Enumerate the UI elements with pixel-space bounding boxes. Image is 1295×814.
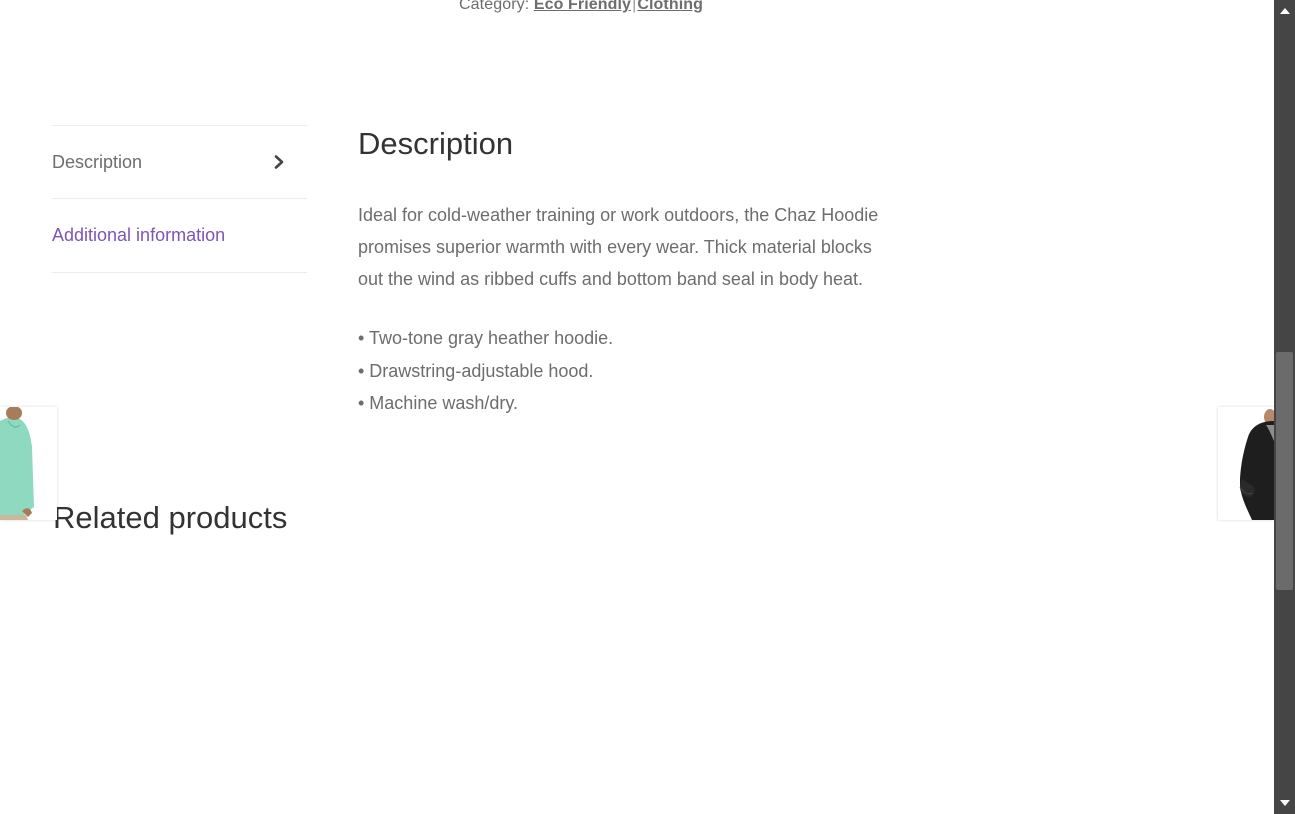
description-line: Ideal for cold-weather training or work … — [358, 205, 879, 225]
tab-additional-information[interactable]: Additional information — [52, 199, 307, 273]
description-line: promises superior warmth with every wear… — [358, 237, 872, 257]
related-products-heading: Related products — [53, 500, 288, 535]
category-label: Category: — [459, 0, 530, 13]
category-link-eco-friendly[interactable]: Eco Friendly — [534, 0, 631, 13]
category-link-clothing[interactable]: Clothing — [637, 0, 703, 13]
page-viewport: Category: Eco Friendly|Clothing Descript… — [0, 0, 1274, 814]
next-product-thumbnail[interactable] — [1218, 407, 1274, 520]
scrollbar-thumb[interactable] — [1276, 352, 1293, 590]
scroll-up-arrow-icon[interactable] — [1274, 2, 1295, 20]
feature-item: • Two-tone gray heather hoodie. — [358, 328, 614, 348]
previous-product-thumbnail[interactable] — [0, 407, 57, 520]
category-separator: | — [632, 0, 637, 13]
tab-additional-information-label: Additional information — [52, 225, 226, 245]
page-scrollbar[interactable] — [1274, 0, 1295, 814]
description-paragraph: Ideal for cold-weather training or work … — [358, 199, 918, 295]
product-tabs: Description Additional information — [52, 125, 307, 273]
tab-description[interactable]: Description — [52, 126, 307, 199]
black-hoodie-image — [1218, 407, 1274, 520]
description-heading: Description — [358, 126, 514, 161]
description-line: out the wind as ribbed cuffs and bottom … — [358, 269, 864, 289]
product-category: Category: Eco Friendly|Clothing — [459, 0, 703, 14]
tab-description-label: Description — [52, 151, 143, 172]
mint-sweatshirt-image — [0, 407, 57, 520]
chevron-right-icon — [274, 155, 284, 169]
feature-item: • Drawstring-adjustable hood. — [358, 360, 594, 381]
feature-list: • Two-tone gray heather hoodie. • Drawst… — [358, 322, 918, 420]
feature-item: • Machine wash/dry. — [358, 393, 519, 413]
scroll-down-arrow-icon[interactable] — [1274, 794, 1295, 812]
